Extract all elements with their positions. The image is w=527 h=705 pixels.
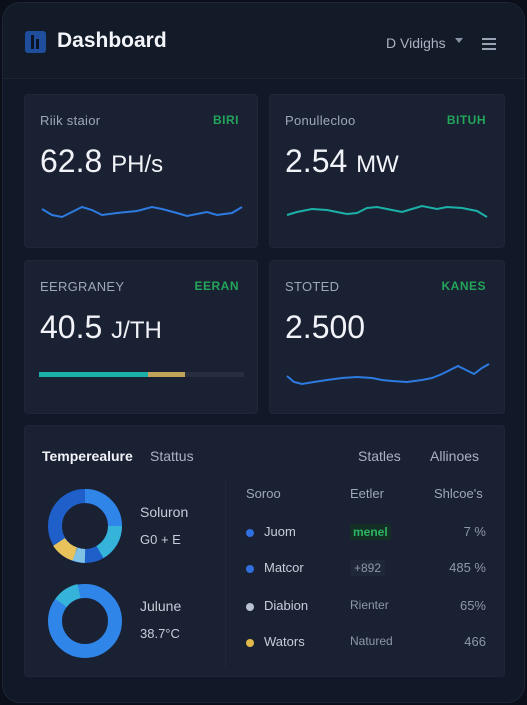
card-label: Riik staior — [40, 113, 101, 128]
tab-alliances[interactable]: Allinoes — [430, 448, 479, 464]
row-name: Matcor — [264, 560, 304, 575]
table-row[interactable]: Diabion Rienter 65% — [226, 590, 496, 626]
row-share: 7 % — [463, 524, 486, 539]
status-dot — [246, 603, 254, 611]
status-dot — [246, 529, 254, 537]
sparkline-chart — [286, 363, 490, 386]
donut-label: Soluron — [140, 504, 189, 520]
metric-value: 2.54 MW — [285, 143, 399, 180]
row-name: Wators — [264, 634, 305, 649]
card-label: Ponulleclоo — [285, 113, 356, 128]
row-share: 485 % — [449, 560, 486, 575]
donut-chart — [48, 489, 123, 563]
donut-segment — [53, 537, 78, 561]
card-label: EERGRANEY — [40, 279, 125, 294]
row-name: Diabion — [264, 598, 309, 613]
metric-value: 62.8 PH/s — [40, 143, 163, 180]
user-menu-name[interactable]: D Vidighs — [386, 35, 446, 51]
table-row[interactable]: Juom menel 7 % — [226, 516, 496, 552]
app-logo-icon — [25, 31, 46, 53]
row-name: Juom — [264, 524, 296, 539]
metric-number: 40.5 — [40, 309, 103, 345]
donut-segment — [84, 489, 122, 527]
table-header[interactable]: Eetler — [350, 486, 384, 501]
donut-chart — [48, 584, 122, 658]
metric-card-power[interactable]: Ponulleclоo BITUH 2.54 MW — [269, 94, 505, 248]
table-header[interactable]: Sorоo — [246, 486, 281, 501]
row-status: +892 — [350, 560, 386, 576]
sparkline-line — [41, 205, 243, 219]
donut-sub: G0 + E — [140, 532, 181, 547]
donut-segment — [55, 584, 82, 608]
donut-sub: 38.7°C — [140, 626, 180, 641]
metric-card-stored[interactable]: STOTED KANES 2.500 — [269, 260, 505, 414]
row-status: Natured — [350, 634, 393, 648]
tab-temperature[interactable]: Temperealure — [42, 448, 133, 464]
sparkline-line — [286, 363, 490, 386]
sparkline-chart — [41, 205, 243, 219]
app-header: Dashboard D Vidighs — [3, 3, 524, 79]
tab-status[interactable]: Stattus — [150, 448, 194, 464]
metric-unit: MW — [356, 151, 399, 178]
metric-value: 40.5 J/TH — [40, 309, 162, 346]
status-dot — [246, 565, 254, 573]
page-title: Dashboard — [57, 29, 167, 52]
row-status: menel — [350, 524, 391, 540]
card-label: STOTED — [285, 279, 340, 294]
row-status: Rienter — [350, 598, 389, 612]
status-badge: KANES — [441, 279, 486, 293]
status-badge: BITUH — [446, 113, 486, 127]
progress-fill-secondary — [147, 372, 185, 377]
row-share: 466 — [464, 634, 486, 649]
row-share: 65% — [459, 598, 486, 613]
sparkline-chart — [286, 204, 488, 218]
chevron-down-icon[interactable] — [455, 38, 463, 43]
status-badge: BIRI — [213, 113, 239, 127]
donut-segment — [96, 525, 123, 559]
metric-unit: PH/s — [111, 151, 164, 178]
table-row[interactable]: Wators Natured 466 — [226, 626, 496, 662]
metric-card-hashrate[interactable]: Riik staior BIRI 62.8 PH/s — [24, 94, 258, 248]
table-header[interactable]: Shlcoe's — [434, 486, 483, 501]
hamburger-menu-icon[interactable] — [482, 36, 496, 50]
metric-unit: J/TH — [111, 317, 162, 344]
table-row[interactable]: Matcor +892 485 % — [226, 552, 496, 588]
metric-number: 62.8 — [40, 143, 103, 179]
status-badge: EERAN — [194, 279, 239, 293]
efficiency-progress-bar — [39, 372, 244, 377]
dashboard-window: Dashboard D Vidighs Riik staior BIRI 62.… — [2, 2, 525, 703]
status-dot — [246, 639, 254, 647]
donut-segment — [72, 547, 86, 563]
progress-fill-primary — [39, 372, 148, 377]
donut-label: Julune — [140, 598, 182, 614]
metric-number: 2.54 — [285, 143, 348, 179]
metric-value: 2.500 — [285, 309, 366, 345]
sparkline-line — [286, 204, 488, 218]
metric-card-efficiency[interactable]: EERGRANEY EERAN 40.5 J/TH — [24, 260, 258, 414]
tab-states[interactable]: Statles — [358, 448, 401, 464]
device-table: Sorоo Eetler Shlcoe's Juom menel 7 % Mat… — [225, 478, 495, 668]
temperature-status-panel: Temperealure Stattus Statles Allinoes So… — [24, 425, 505, 677]
